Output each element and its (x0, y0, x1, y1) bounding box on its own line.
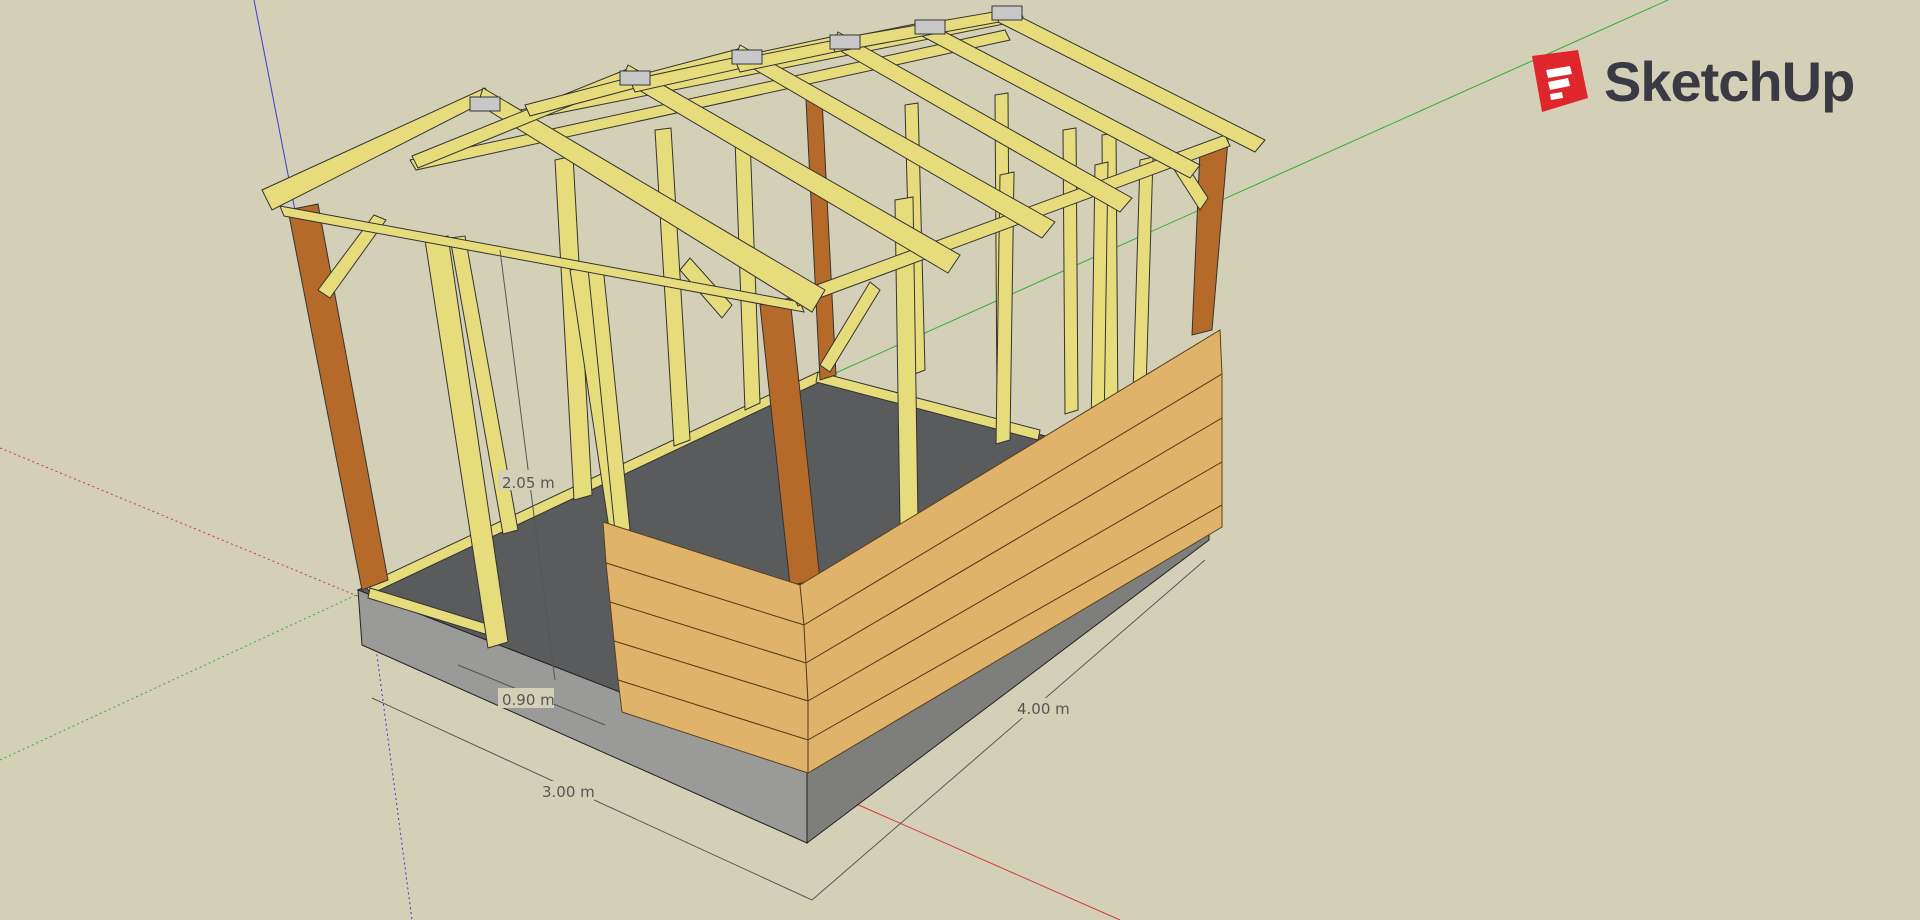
dimension-length[interactable]: 4.00 m (1017, 700, 1070, 718)
dimension-height[interactable]: 2.05 m (502, 474, 555, 492)
dimension-width[interactable]: 3.00 m (542, 783, 595, 801)
red-axis-dotted (0, 447, 368, 601)
sketchup-logo-icon (1532, 50, 1588, 112)
dimension-door-width[interactable]: 0.90 m (502, 691, 555, 709)
sketchup-logo-text: SketchUp (1604, 49, 1855, 113)
green-axis-dotted (0, 589, 368, 761)
model-scene[interactable]: 2.05 m 0.90 m 3.00 m 4.00 m (0, 0, 1920, 920)
sketchup-logo: SketchUp (1528, 46, 1855, 116)
model-viewport[interactable]: 2.05 m 0.90 m 3.00 m 4.00 m SketchUp (0, 0, 1920, 920)
